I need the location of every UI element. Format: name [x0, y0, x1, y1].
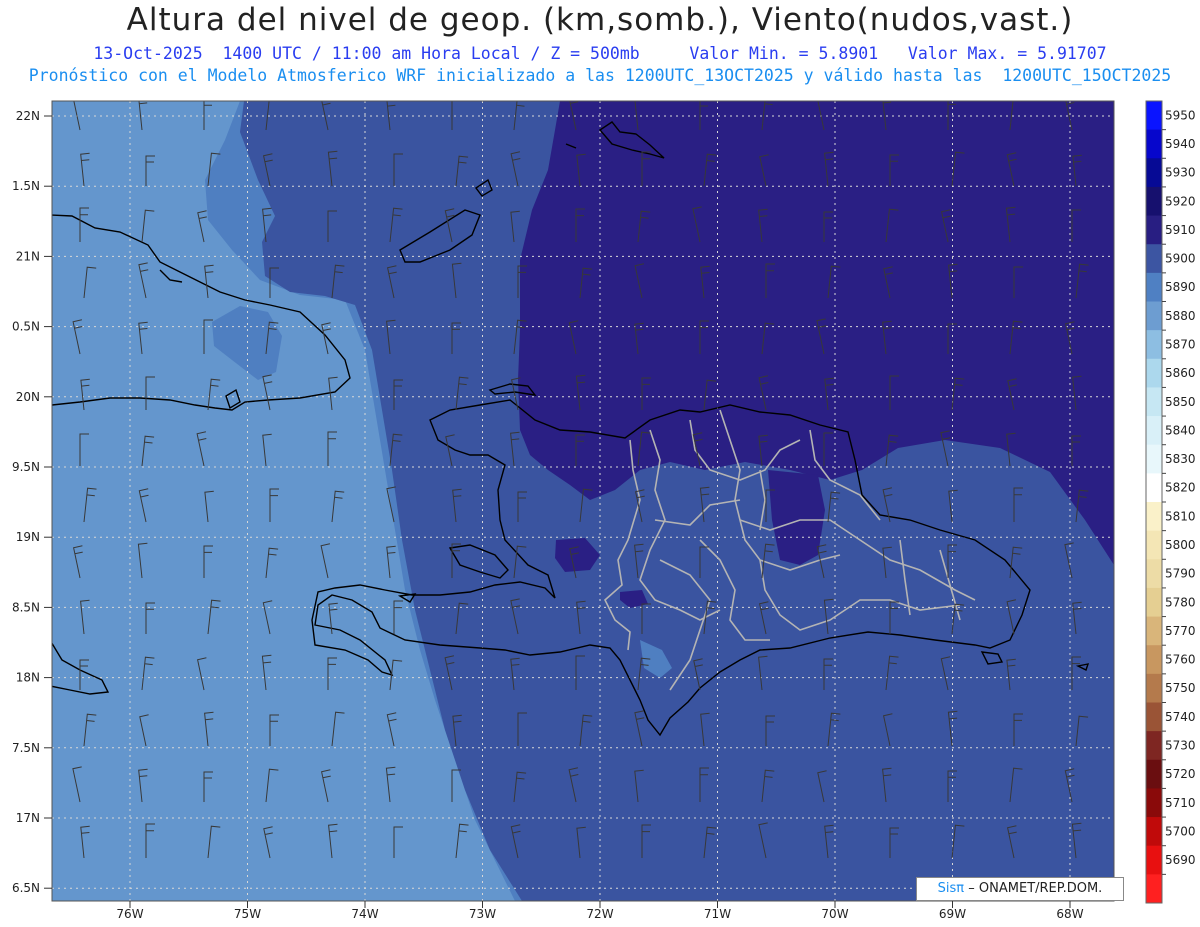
colorbar-swatch: [1146, 702, 1162, 732]
latitude-label: 6.5N: [12, 881, 40, 895]
colorbar-label: 5910: [1165, 223, 1196, 237]
colorbar-swatch: [1146, 559, 1162, 589]
colorbar-swatch: [1146, 387, 1162, 417]
geopotential-shading: [52, 101, 1114, 901]
colorbar-label: 5840: [1165, 423, 1196, 437]
colorbar-swatch: [1146, 244, 1162, 274]
colorbar-label: 5770: [1165, 624, 1196, 638]
colorbar-swatch: [1146, 731, 1162, 761]
longitude-label: 73W: [469, 907, 496, 921]
latitude-label: 18N: [16, 671, 40, 685]
colorbar-swatch: [1146, 215, 1162, 245]
colorbar-swatch: [1146, 530, 1162, 560]
weather-map: 22N 1.5N 21N 0.5N 20N 9.5N 19N 8.5N 18N 7.5N 17N 6.…: [12, 100, 1196, 921]
colorbar-label: 5730: [1165, 738, 1196, 752]
colorbar-label: 5890: [1165, 280, 1196, 294]
colorbar-label: 5780: [1165, 595, 1196, 609]
credit-text: – ONAMET/REP.DOM.: [968, 881, 1103, 896]
latitude-label: 8.5N: [12, 600, 40, 614]
colorbar-label: 5880: [1165, 309, 1196, 323]
colorbar-label: 5870: [1165, 337, 1196, 351]
colorbar-label: 5830: [1165, 452, 1196, 466]
colorbar-swatch: [1146, 616, 1162, 646]
colorbar-label: 5750: [1165, 681, 1196, 695]
colorbar-label: 5710: [1165, 796, 1196, 810]
colorbar-label: 5760: [1165, 653, 1196, 667]
colorbar-label: 5800: [1165, 538, 1196, 552]
colorbar-swatch: [1146, 101, 1162, 131]
colorbar-label: 5950: [1165, 108, 1196, 122]
credit-logo-text: Sisπ: [937, 881, 965, 896]
colorbar-swatch: [1146, 358, 1162, 388]
colorbar: 5950 5940 5930 5920 5910 5900 5890 5880 5870 5860…: [1145, 100, 1196, 904]
latitude-label: 20N: [16, 390, 40, 404]
longitude-label: 75W: [234, 907, 261, 921]
colorbar-swatch: [1146, 416, 1162, 446]
colorbar-swatch: [1146, 158, 1162, 188]
colorbar-swatch: [1146, 272, 1162, 302]
colorbar-swatch: [1146, 129, 1162, 159]
longitude-label: 76W: [116, 907, 143, 921]
longitude-label: 70W: [821, 907, 848, 921]
latitude-label: 17N: [16, 811, 40, 825]
colorbar-label: 5900: [1165, 252, 1196, 266]
colorbar-label: 5690: [1165, 853, 1196, 867]
longitude-label: 71W: [704, 907, 731, 921]
colorbar-swatch: [1146, 645, 1162, 675]
latitude-label: 22N: [16, 109, 40, 123]
longitude-label: 69W: [939, 907, 966, 921]
colorbar-swatch: [1146, 817, 1162, 847]
longitude-label: 72W: [586, 907, 613, 921]
longitude-labels: 76W 75W 74W 73W 72W 71W 70W 69W 68W: [116, 901, 1084, 921]
colorbar-swatch: [1146, 444, 1162, 474]
colorbar-label: 5790: [1165, 567, 1196, 581]
latitude-label: 7.5N: [12, 741, 40, 755]
latitude-labels: 22N 1.5N 21N 0.5N 20N 9.5N 19N 8.5N 18N 7.5N 17N 6.…: [12, 109, 52, 895]
colorbar-label: 5940: [1165, 137, 1196, 151]
colorbar-label: 5820: [1165, 481, 1196, 495]
colorbar-swatch: [1146, 301, 1162, 331]
colorbar-swatch: [1146, 874, 1162, 904]
colorbar-swatch: [1146, 473, 1162, 503]
colorbar-swatch: [1146, 673, 1162, 703]
latitude-label: 9.5N: [12, 460, 40, 474]
colorbar-swatch: [1146, 502, 1162, 532]
colorbar-label: 5850: [1165, 395, 1196, 409]
colorbar-label: 5700: [1165, 824, 1196, 838]
longitude-label: 68W: [1056, 907, 1083, 921]
colorbar-swatch: [1146, 330, 1162, 360]
colorbar-label: 5930: [1165, 166, 1196, 180]
colorbar-swatch: [1146, 845, 1162, 875]
colorbar-swatch: [1146, 587, 1162, 618]
colorbar-label: 5920: [1165, 194, 1196, 208]
colorbar-label: 5720: [1165, 767, 1196, 781]
colorbar-swatch: [1146, 788, 1162, 818]
latitude-label: 21N: [16, 249, 40, 263]
longitude-label: 74W: [351, 907, 378, 921]
latitude-label: 0.5N: [12, 320, 40, 334]
latitude-label: 19N: [16, 530, 40, 544]
colorbar-label: 5740: [1165, 710, 1196, 724]
colorbar-swatch: [1146, 759, 1162, 789]
colorbar-swatch: [1146, 186, 1162, 217]
colorbar-label: 5810: [1165, 509, 1196, 523]
colorbar-label: 5860: [1165, 366, 1196, 380]
credit-box: Sisπ – ONAMET/REP.DOM.: [916, 877, 1124, 901]
latitude-label: 1.5N: [12, 179, 40, 193]
